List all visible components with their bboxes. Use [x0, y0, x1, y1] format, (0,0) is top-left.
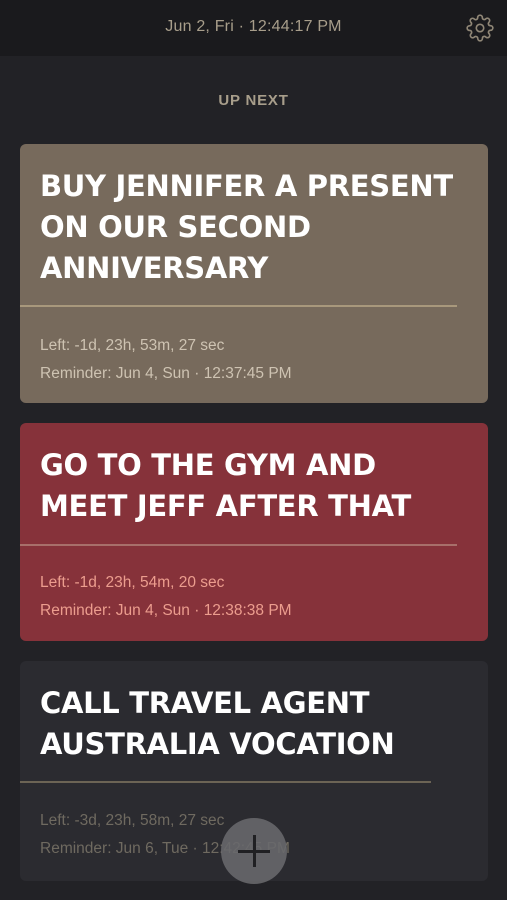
card-divider [20, 305, 457, 307]
top-bar: Jun 2, Fri · 12:44:17 PM [0, 0, 507, 56]
current-datetime: Jun 2, Fri · 12:44:17 PM [165, 18, 342, 35]
reminder-title: BUY JENNIFER A PRESENT ON OUR SECOND ANN… [40, 169, 453, 285]
plus-icon-vertical [253, 835, 256, 867]
reminder-time-text: Reminder: Jun 4, Sun · 12:38:38 PM [40, 602, 292, 619]
reminder-card[interactable]: GO TO THE GYM AND MEET JEFF AFTER THAT L… [20, 423, 488, 641]
card-divider [20, 781, 431, 783]
reminder-meta: Left: -1d, 23h, 54m, 20 sec Reminder: Ju… [40, 569, 292, 625]
reminder-time-text: Reminder: Jun 4, Sun · 12:37:45 PM [40, 365, 292, 382]
app-screen: Jun 2, Fri · 12:44:17 PM UP NEXT BUY JEN… [0, 0, 507, 900]
add-reminder-button[interactable] [221, 818, 287, 884]
reminder-card[interactable]: BUY JENNIFER A PRESENT ON OUR SECOND ANN… [20, 144, 488, 403]
section-heading-up-next: UP NEXT [218, 92, 289, 109]
time-left-text: Left: -1d, 23h, 54m, 20 sec [40, 574, 225, 591]
card-divider [20, 544, 457, 546]
reminder-title: GO TO THE GYM AND MEET JEFF AFTER THAT [40, 448, 411, 523]
reminder-title: CALL TRAVEL AGENT AUSTRALIA VOCATION [40, 686, 395, 761]
gear-icon[interactable] [466, 14, 494, 42]
reminder-meta: Left: -1d, 23h, 53m, 27 sec Reminder: Ju… [40, 332, 292, 388]
time-left-text: Left: -1d, 23h, 53m, 27 sec [40, 337, 225, 354]
